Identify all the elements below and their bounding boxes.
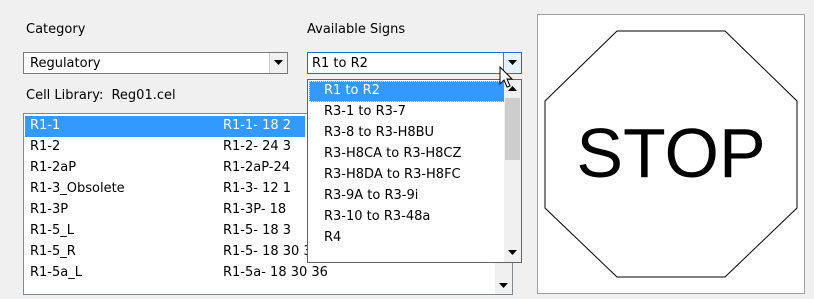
available-signs-value: R1 to R2 — [312, 56, 368, 71]
sign-preview: STOP — [537, 14, 805, 294]
cell-library-label: Cell Library: Reg01.cel — [26, 88, 176, 103]
chevron-down-icon — [508, 60, 517, 65]
dropdown-option-label: R3-H8DA to R3-H8FC — [324, 167, 461, 182]
cell-name: R1-1 — [30, 118, 61, 133]
dropdown-option-label: R3-H8CA to R3-H8CZ — [324, 146, 462, 161]
cell-name: R1-5a_L — [30, 265, 82, 280]
sign-text: STOP — [576, 114, 765, 192]
cell-desc: R1-3P- 18 — [223, 202, 287, 217]
cell-desc: R1-5- 18 30 36 — [223, 244, 320, 259]
stop-sign-icon: STOP — [544, 30, 798, 278]
dropdown-option-label: R3-1 to R3-7 — [324, 104, 406, 119]
scroll-down-button[interactable] — [504, 244, 521, 261]
dropdown-option-label: R3-8 to R3-H8BU — [324, 125, 435, 140]
cell-name: R1-5_R — [30, 244, 76, 259]
dropdown-option-label: R4 — [324, 230, 342, 245]
cell-desc: R1-5a- 18 30 36 — [223, 265, 328, 280]
category-label: Category — [26, 22, 86, 37]
dropdown-option[interactable]: R3-H8CA to R3-H8CZ — [309, 144, 505, 165]
category-dropdown-button[interactable] — [269, 53, 287, 73]
arrow-down-icon — [508, 250, 517, 255]
cell-name: R1-3_Obsolete — [30, 181, 125, 196]
available-signs-combo[interactable]: R1 to R2 — [307, 52, 522, 74]
dropdown-option[interactable]: R4 — [309, 228, 505, 249]
scrollbar-thumb[interactable] — [505, 98, 520, 160]
category-combo[interactable]: Regulatory — [23, 52, 288, 74]
available-signs-label: Available Signs — [307, 22, 406, 37]
mouse-pointer-icon — [499, 66, 514, 88]
dropdown-option[interactable]: R3-H8DA to R3-H8FC — [309, 165, 505, 186]
dropdown-option-label: R3-9A to R3-9i — [324, 188, 419, 203]
cell-library-caption: Cell Library: — [26, 88, 104, 103]
cell-list-item[interactable]: R1-1 R1-1- 18 2 — [25, 116, 305, 137]
cell-desc: R1-3- 12 1 — [223, 181, 292, 196]
dropdown-option[interactable]: R3-8 to R3-H8BU — [309, 123, 505, 144]
cell-desc: R1-2- 24 3 — [223, 139, 292, 154]
dropdown-option[interactable]: R1 to R2 — [309, 81, 505, 102]
dropdown-option[interactable]: R3-1 to R3-7 — [309, 102, 505, 123]
cell-desc: R1-1- 18 2 — [223, 118, 292, 133]
cell-name: R1-2 — [30, 139, 61, 154]
scroll-down-button[interactable] — [495, 277, 512, 294]
dropdown-option[interactable]: R3-9A to R3-9i — [309, 186, 505, 207]
chevron-down-icon — [274, 60, 283, 65]
dropdown-scrollbar[interactable] — [504, 80, 521, 262]
cell-desc: R1-2aP-24 — [223, 160, 291, 175]
category-value: Regulatory — [30, 56, 101, 71]
dropdown-option-label: R3-10 to R3-48a — [324, 209, 431, 224]
cell-list-item[interactable]: R1-5a_L R1-5a- 18 30 36 — [24, 263, 494, 284]
cell-name: R1-2aP — [30, 160, 77, 175]
cell-desc: R1-5- 18 3 — [223, 223, 292, 238]
dropdown-option[interactable]: R3-10 to R3-48a — [309, 207, 505, 228]
cell-name: R1-3P — [30, 202, 69, 217]
cell-name: R1-5_L — [30, 223, 75, 238]
arrow-down-icon — [499, 283, 508, 288]
available-signs-dropdown-list[interactable]: R1 to R2 R3-1 to R3-7 R3-8 to R3-H8BU R3… — [307, 79, 522, 263]
dropdown-option-label: R1 to R2 — [324, 83, 380, 98]
cell-library-file: Reg01.cel — [111, 88, 176, 103]
